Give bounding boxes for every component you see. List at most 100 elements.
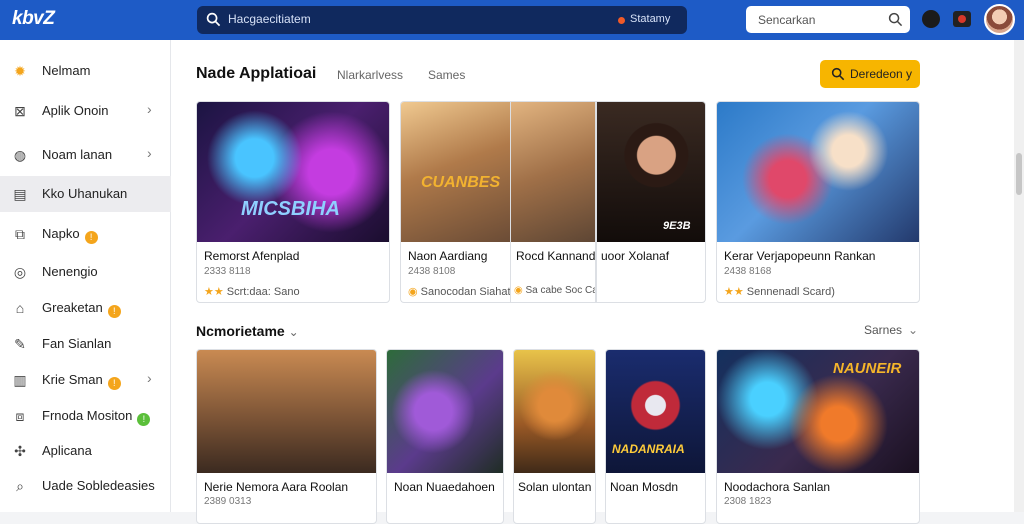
- game-card[interactable]: Kerar Verjapopeunn Rankan 2438 8168 ★★ S…: [716, 101, 920, 303]
- game-meta: 2308 1823: [724, 496, 772, 507]
- sidebar: ✹ Nelmam ⊠ Aplik Onoin › ◍ Noam lanan › …: [0, 40, 171, 512]
- game-cover-art: [514, 350, 595, 473]
- sidebar-item-aplik-onoin[interactable]: ⊠ Aplik Onoin ›: [0, 93, 171, 129]
- gift-icon: ⧈: [15, 408, 25, 424]
- game-rating: Sennenadl Scard): [746, 286, 835, 298]
- game-cover-art: NADANRAIA: [606, 350, 705, 473]
- game-title: Noan Mosdn: [610, 480, 679, 494]
- chart-icon: ▥: [13, 372, 27, 388]
- sidebar-item-label: Nenengio: [42, 264, 98, 279]
- game-card[interactable]: Rocd Kannand ◉ Sa cabe Soc Catru): [510, 101, 596, 303]
- game-title: Solan ulontan: [518, 480, 592, 494]
- game-rating: Sanocodan Siahat: [420, 286, 510, 298]
- sidebar-item-label: Napko!: [42, 226, 98, 244]
- star-icon: ★★: [204, 286, 224, 298]
- main-search-bar[interactable]: Hacgaecitiatem Statamy: [197, 6, 687, 34]
- search-icon: [831, 67, 845, 81]
- game-title: Kerar Verjapopeunn Rankan: [724, 249, 876, 263]
- secondary-search-placeholder[interactable]: Sencarkan: [758, 13, 815, 27]
- game-cover-art: [511, 102, 595, 242]
- game-card[interactable]: 9E3B uoor Xolanaf: [596, 101, 706, 303]
- sidebar-item-label: Noam lanan: [42, 147, 113, 162]
- chat-icon: ◍: [13, 147, 27, 163]
- section-title[interactable]: Ncmorietame ⌄: [196, 323, 299, 339]
- sidebar-item-nelmam[interactable]: ✹ Nelmam: [0, 53, 171, 89]
- game-title: Rocd Kannand: [516, 249, 596, 263]
- scrollbar[interactable]: [1014, 40, 1024, 512]
- game-cover-art: [717, 102, 919, 242]
- tab-games[interactable]: Sames: [428, 68, 465, 82]
- sidebar-item-label: Fan Sianlan: [42, 336, 112, 351]
- sidebar-item-label: Nelmam: [42, 63, 91, 78]
- game-logo-text: NADANRAIA: [612, 442, 685, 456]
- apps-icon: ⊠: [14, 103, 26, 119]
- game-title: Noan Nuaedahoen: [394, 480, 495, 494]
- game-title: Noodachora Sanlan: [724, 480, 831, 494]
- sidebar-item-nenengio[interactable]: ◎ Nenengio: [0, 254, 171, 290]
- secondary-search-field[interactable]: Sencarkan: [746, 6, 910, 33]
- game-cover-art: [387, 350, 503, 473]
- game-rating: Sa cabe Soc Catru): [525, 285, 595, 296]
- chevron-down-icon: ⌄: [908, 323, 919, 337]
- status-label: Statamy: [630, 13, 671, 25]
- sort-dropdown[interactable]: Sarnes ⌄: [864, 323, 918, 337]
- download-button[interactable]: Deredeon y: [820, 60, 920, 88]
- game-meta: 2389 0313: [204, 496, 252, 507]
- avatar[interactable]: [984, 4, 1015, 35]
- game-logo-text: CUANBES: [421, 174, 501, 191]
- game-logo-text: MICSBIHA: [241, 198, 340, 220]
- puzzle-icon: ✣: [14, 443, 26, 459]
- search-input[interactable]: Hacgaecitiatem: [228, 12, 311, 26]
- section-title: Nade Applatioai: [196, 65, 317, 82]
- notification-icon[interactable]: [922, 10, 940, 28]
- game-card[interactable]: CUANBES Naon Aardiang 2438 8108 ◉ Sanoco…: [400, 101, 510, 303]
- search-icon[interactable]: [888, 12, 903, 27]
- game-card[interactable]: Nerie Nemora Aara Roolan 2389 0313: [196, 349, 377, 524]
- app-logo[interactable]: kbvZ: [12, 8, 55, 30]
- sidebar-item-noam-lanan[interactable]: ◍ Noam lanan ›: [0, 137, 171, 173]
- sidebar-item-frnoda-mositon[interactable]: ⧈ Frnoda Mositon!: [0, 398, 171, 434]
- box-icon: ⧉: [15, 226, 25, 242]
- camera-icon[interactable]: [953, 11, 971, 27]
- download-button-label: Deredeon y: [850, 67, 913, 81]
- game-rating: Scrt:daa: Sano: [226, 286, 300, 298]
- chevron-right-icon: ›: [147, 101, 152, 117]
- sidebar-item-napko[interactable]: ⧉ Napko!: [0, 216, 171, 252]
- game-logo-text: NAUNEIR: [833, 360, 902, 377]
- sidebar-item-uade-sobledeasies[interactable]: ⌕ Uade Sobledeasies: [0, 468, 171, 504]
- game-title: Remorst Afenplad: [204, 249, 300, 263]
- game-title: Naon Aardiang: [408, 249, 488, 263]
- game-meta: 2438 8108: [408, 266, 456, 277]
- star-icon: ◉: [514, 285, 523, 296]
- game-cover-art: NAUNEIR: [717, 350, 919, 473]
- scrollbar-thumb[interactable]: [1016, 153, 1022, 195]
- store-icon: ⌂: [15, 300, 25, 316]
- sidebar-item-label: Krie Sman!: [42, 372, 121, 390]
- sidebar-item-label: Aplicana: [42, 443, 92, 458]
- game-card[interactable]: Noan Nuaedahoen: [386, 349, 504, 524]
- game-card[interactable]: NADANRAIA Noan Mosdn: [605, 349, 706, 524]
- sidebar-item-fan-sianlan[interactable]: ✎ Fan Sianlan: [0, 326, 171, 362]
- game-card[interactable]: Solan ulontan: [513, 349, 596, 524]
- status-dot: [618, 17, 625, 24]
- game-meta: 2438 8168: [724, 266, 772, 277]
- chevron-right-icon: ›: [147, 145, 152, 161]
- tab-marketplace[interactable]: Nlarkarlvess: [337, 68, 403, 82]
- game-card[interactable]: MICSBIHA Remorst Afenplad 2333 8118 ★★ S…: [196, 101, 390, 303]
- chevron-right-icon: ›: [147, 370, 152, 386]
- sidebar-item-greaketan[interactable]: ⌂ Greaketan!: [0, 290, 171, 326]
- sidebar-item-kko-uhanukan[interactable]: ▤ Kko Uhanukan: [0, 176, 171, 212]
- game-title: uoor Xolanaf: [601, 249, 670, 263]
- game-meta: 2333 8118: [204, 266, 251, 277]
- game-cover-art: 9E3B: [597, 102, 705, 242]
- sidebar-item-label: Frnoda Mositon!: [42, 408, 151, 426]
- game-card[interactable]: NAUNEIR Noodachora Sanlan 2308 1823: [716, 349, 920, 524]
- game-cover-art: MICSBIHA: [197, 102, 389, 242]
- chevron-down-icon: ⌄: [288, 325, 299, 339]
- monitor-icon: ▤: [13, 186, 27, 202]
- sidebar-item-label: Uade Sobledeasies: [42, 478, 155, 493]
- alert-badge: !: [137, 413, 151, 426]
- sidebar-item-aplicana[interactable]: ✣ Aplicana: [0, 433, 171, 469]
- sidebar-item-krie-sman[interactable]: ▥ Krie Sman! ›: [0, 362, 171, 398]
- game-cover-art: CUANBES: [401, 102, 510, 242]
